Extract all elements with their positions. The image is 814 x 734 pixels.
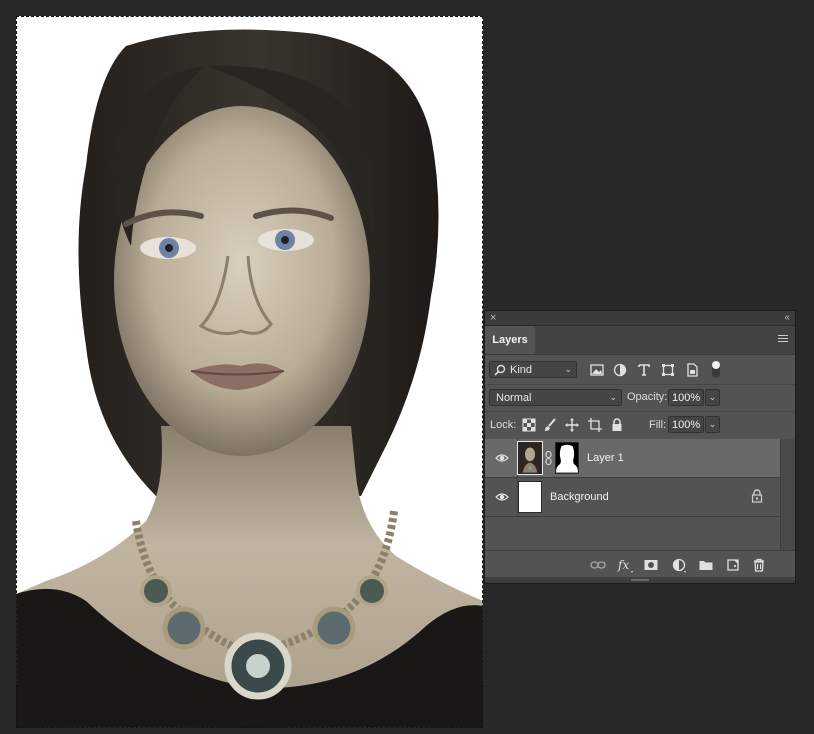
- collapse-icon[interactable]: ‹‹: [784, 311, 790, 324]
- opacity-field[interactable]: 100%: [668, 389, 704, 406]
- layer-mask-thumbnail[interactable]: [555, 442, 579, 474]
- layer-row-background[interactable]: Background: [485, 478, 780, 517]
- chevron-down-icon: ⌄: [609, 392, 617, 402]
- trash-icon[interactable]: [751, 557, 767, 573]
- layers-bottom-toolbar: fx: [485, 550, 795, 578]
- opacity-label: Opacity:: [627, 391, 668, 403]
- opacity-dropdown-icon[interactable]: ⌄: [705, 389, 720, 406]
- svg-text:fx: fx: [617, 558, 629, 572]
- layers-list: Layer 1 Background: [485, 439, 780, 550]
- document-canvas[interactable]: [16, 16, 483, 728]
- lock-artboard-icon[interactable]: [588, 418, 602, 432]
- blend-row: Normal ⌄ Opacity: 100% ⌄: [485, 384, 795, 411]
- lock-transparent-pixels-icon[interactable]: [522, 418, 536, 432]
- panel-menu-icon[interactable]: [778, 335, 788, 344]
- adjustment-filter-icon[interactable]: [612, 362, 628, 378]
- portrait-image: [16, 29, 483, 728]
- blend-mode-label: Normal: [496, 392, 532, 404]
- eye-icon[interactable]: [495, 452, 509, 464]
- layers-scrollbar[interactable]: [780, 439, 795, 550]
- layer-row-layer-1[interactable]: Layer 1: [485, 439, 780, 478]
- link-chain-icon[interactable]: [545, 451, 552, 465]
- new-group-icon[interactable]: [698, 557, 714, 573]
- add-mask-icon[interactable]: [643, 557, 659, 573]
- tab-layers[interactable]: Layers: [485, 326, 535, 354]
- eye-icon[interactable]: [495, 491, 509, 503]
- type-filter-icon[interactable]: [636, 362, 652, 378]
- lock-icon: [751, 489, 763, 503]
- lock-position-icon[interactable]: [565, 418, 579, 432]
- lock-all-icon[interactable]: [610, 418, 624, 432]
- chevron-down-icon: ⌄: [564, 364, 572, 374]
- new-layer-icon[interactable]: [725, 557, 741, 573]
- panel-resize-grip[interactable]: [485, 577, 795, 583]
- filter-toggle[interactable]: [712, 361, 720, 378]
- link-layers-icon[interactable]: [590, 557, 606, 573]
- fill-field[interactable]: 100%: [668, 416, 704, 433]
- fx-icon[interactable]: fx: [617, 557, 633, 573]
- image-filter-icon[interactable]: [589, 362, 605, 378]
- fill-label: Fill:: [649, 419, 667, 431]
- layer-thumbnail[interactable]: [517, 441, 543, 475]
- lock-row: Lock: Fill: 100% ⌄: [485, 411, 795, 438]
- kind-filter-label: Kind: [510, 364, 533, 376]
- kind-filter-select[interactable]: Kind ⌄: [489, 361, 577, 378]
- blend-mode-select[interactable]: Normal ⌄: [489, 389, 622, 406]
- smart-object-filter-icon[interactable]: [684, 362, 700, 378]
- panel-tab-bar: Layers: [485, 326, 795, 355]
- lock-label: Lock:: [490, 419, 517, 431]
- lock-image-pixels-icon[interactable]: [543, 418, 557, 432]
- layer-name: Layer 1: [587, 452, 624, 464]
- search-icon: [494, 364, 506, 376]
- close-icon[interactable]: ×: [490, 311, 496, 325]
- layer-thumbnail[interactable]: [518, 481, 542, 513]
- fill-dropdown-icon[interactable]: ⌄: [705, 416, 720, 433]
- layer-name: Background: [550, 491, 609, 503]
- filter-row: Kind ⌄: [485, 357, 795, 383]
- panel-title-bar[interactable]: × ‹‹: [485, 311, 795, 326]
- adjustment-layer-icon[interactable]: [671, 557, 687, 573]
- layers-panel: × ‹‹ Layers Kind ⌄ Normal ⌄ Opacity: 100…: [485, 311, 795, 583]
- shape-filter-icon[interactable]: [660, 362, 676, 378]
